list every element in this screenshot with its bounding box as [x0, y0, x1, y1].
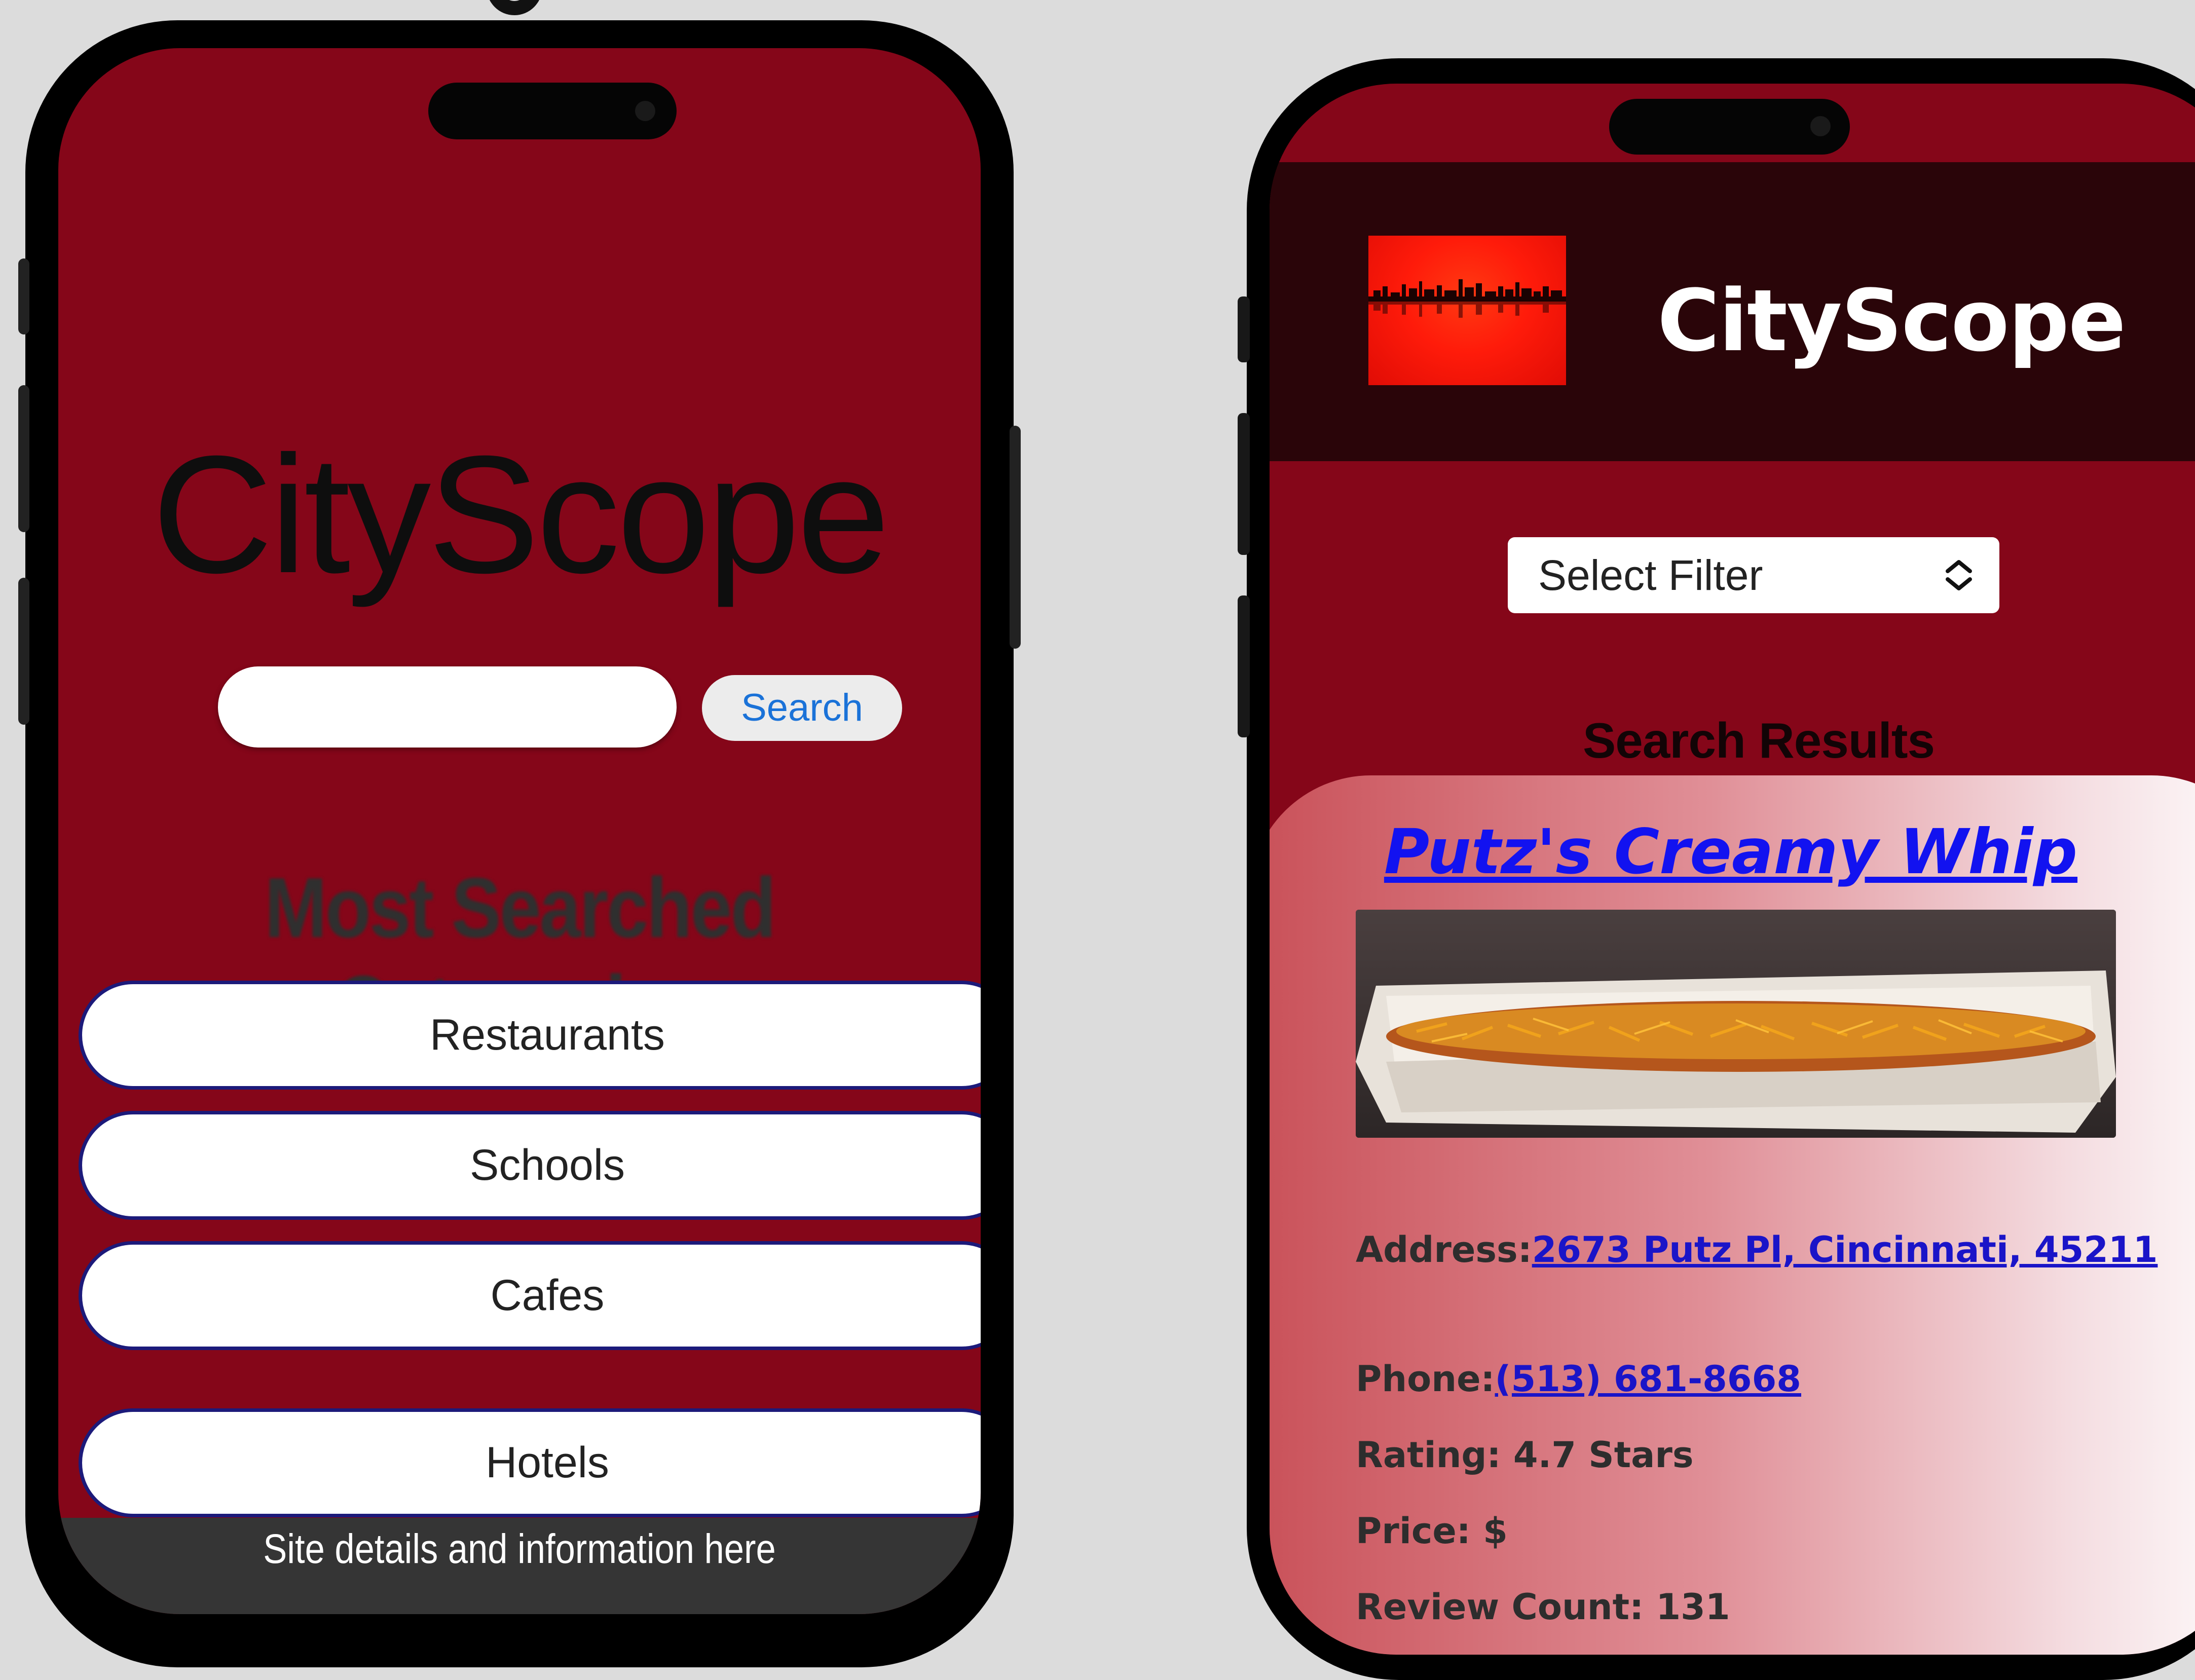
phone-side-button [18, 385, 29, 532]
dynamic-island [428, 83, 677, 139]
phone-side-button [18, 578, 29, 725]
filter-select[interactable]: Select Filter [1508, 537, 1999, 613]
brand-name: CityScope [1657, 271, 2126, 370]
camera-icon [635, 101, 655, 121]
result-phone: Phone:(513) 681-8668 [1356, 1358, 1801, 1400]
app-header: CityScope [1270, 162, 2195, 461]
chevron-up-down-icon [1946, 560, 1972, 590]
phone-side-button [18, 258, 29, 334]
app-title: CityScope [152, 421, 890, 608]
results-screen: CityScope Select Filter Search Results P… [1270, 84, 2195, 1655]
result-address: Address:2673 Putz Pl, Cincinnati, 45211 [1356, 1229, 2157, 1271]
result-price: Price: $ [1356, 1510, 1508, 1552]
home-screen: CityScope Search Most Searched Categorie… [58, 48, 981, 1614]
result-review-count: Review Count: 131 [1356, 1586, 1730, 1628]
phone-side-button [1010, 426, 1021, 649]
camera-icon [1810, 116, 1831, 136]
home-phone-frame: CityScope Search Most Searched Categorie… [18, 20, 1021, 1667]
search-input[interactable] [218, 666, 677, 748]
result-title-link[interactable]: Putz's Creamy Whip [1270, 816, 2195, 888]
filter-select-value: Select Filter [1538, 551, 1763, 599]
partial-heading-glyph [487, 0, 542, 15]
footer-text: Site details and information here [263, 1526, 776, 1572]
phone-side-button [1238, 413, 1250, 555]
results-heading: Search Results [1582, 713, 1935, 768]
phone-label: Phone: [1356, 1358, 1495, 1400]
category-button-schools[interactable]: Schools [79, 1111, 981, 1220]
results-phone-frame: CityScope Select Filter Search Results P… [1238, 58, 2195, 1680]
dynamic-island [1609, 99, 1850, 155]
address-label: Address: [1356, 1229, 1532, 1271]
phone-link[interactable]: (513) 681-8668 [1495, 1358, 1801, 1400]
phone-side-button [1238, 595, 1250, 737]
result-photo [1356, 910, 2116, 1138]
result-card: Putz's Creamy Whip Address:2673 Putz Pl,… [1270, 775, 2195, 1655]
city-skyline-logo-icon [1368, 236, 1566, 385]
category-button-cafes[interactable]: Cafes [79, 1241, 981, 1350]
address-link[interactable]: 2673 Putz Pl, Cincinnati, 45211 [1532, 1229, 2158, 1271]
phone-side-button [1238, 296, 1250, 362]
category-button-restaurants[interactable]: Restaurants [79, 981, 981, 1090]
result-rating: Rating: 4.7 Stars [1356, 1434, 1694, 1476]
search-button[interactable]: Search [702, 675, 902, 741]
category-button-hotels[interactable]: Hotels [79, 1408, 981, 1517]
